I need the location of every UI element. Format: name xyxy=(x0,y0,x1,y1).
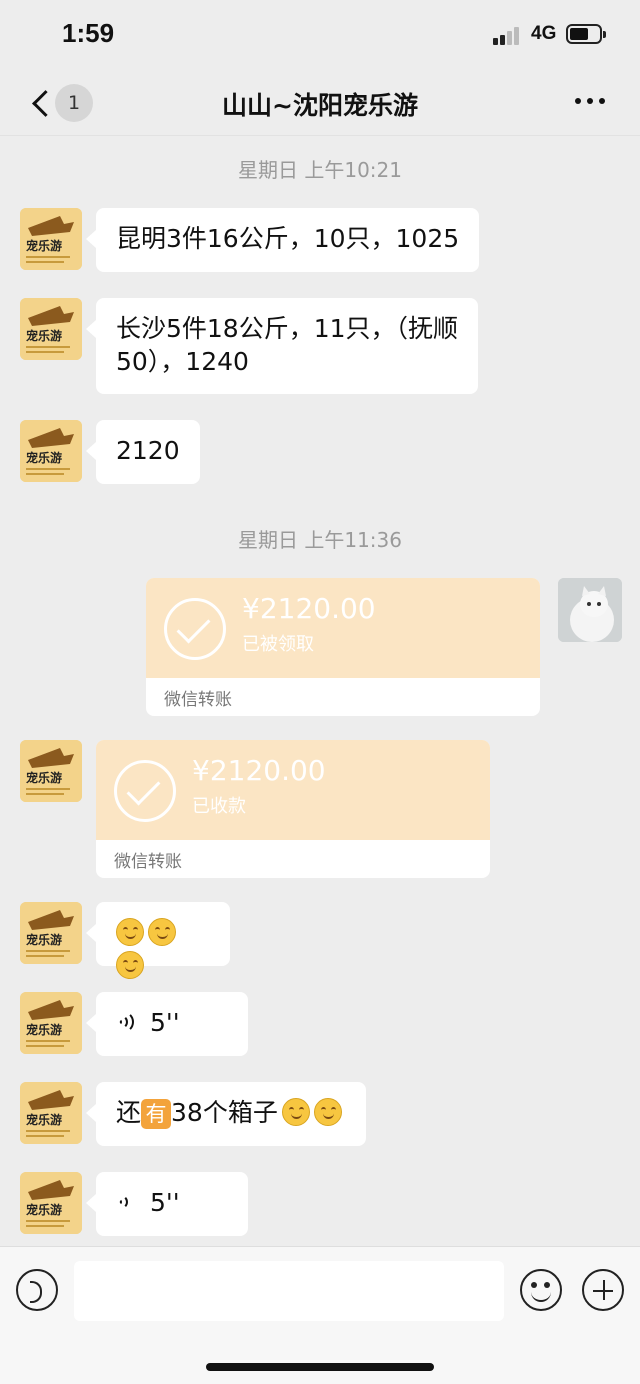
more-dots-icon[interactable] xyxy=(572,98,608,106)
svg-text:宠乐游: 宠乐游 xyxy=(26,932,62,947)
svg-text:宠乐游: 宠乐游 xyxy=(26,450,62,465)
voice-message[interactable]: 5'' xyxy=(86,1172,248,1236)
transfer-label: 微信转账 xyxy=(164,690,232,710)
avatar[interactable]: 宠乐游 xyxy=(20,1172,82,1234)
avatar[interactable]: 宠乐游 xyxy=(20,208,82,270)
smile-emoji-icon xyxy=(148,918,176,946)
transfer-status: 已收款 xyxy=(192,796,246,817)
svg-text:宠乐游: 宠乐游 xyxy=(26,238,62,253)
smile-emoji-icon xyxy=(116,951,144,979)
chat-title: 山山~沈阳宠乐游 xyxy=(222,91,418,120)
svg-text:宠乐游: 宠乐游 xyxy=(26,328,62,343)
status-bar: 1:59 4G xyxy=(0,0,640,70)
avatar[interactable]: 宠乐游 xyxy=(20,902,82,964)
message-bubble[interactable]: 还有 38个箱子 xyxy=(86,1082,366,1146)
svg-text:宠乐游: 宠乐游 xyxy=(26,1022,62,1037)
message-text: 2120 xyxy=(116,436,180,465)
message-bubble[interactable]: 2120 xyxy=(86,420,200,484)
smile-emoji-icon xyxy=(281,1098,310,1126)
message-text: 38个箱子 xyxy=(171,1098,278,1127)
timestamp: 星期日 上午11:36 xyxy=(238,528,402,552)
message-text: 还 xyxy=(116,1098,142,1127)
avatar[interactable]: 宠乐游 xyxy=(20,740,82,802)
message-bubble[interactable]: 昆明3件16公斤，10只，1025 xyxy=(85,208,480,272)
network-type: 4G xyxy=(531,23,557,44)
message-text: 昆明3件16公斤，10只，1025 xyxy=(116,224,460,253)
transfer-amount: ¥2120.00 xyxy=(192,754,326,787)
transfer-status: 已被领取 xyxy=(242,634,314,655)
you-emoji-icon: 有 xyxy=(141,1099,172,1129)
message-bubble[interactable] xyxy=(86,902,230,979)
transfer-card[interactable]: ¥2120.00 已被领取 微信转账 xyxy=(146,578,540,716)
avatar[interactable]: 宠乐游 xyxy=(20,992,82,1054)
svg-text:宠乐游: 宠乐游 xyxy=(26,770,62,785)
avatar[interactable]: 宠乐游 xyxy=(20,420,82,482)
voice-icon xyxy=(116,1190,140,1214)
message-input[interactable] xyxy=(74,1261,504,1321)
voice-duration: 5'' xyxy=(150,1008,180,1037)
smile-emoji-icon xyxy=(116,918,144,946)
voice-message[interactable]: 5'' xyxy=(86,992,248,1056)
avatar[interactable]: 宠乐游 xyxy=(20,298,82,360)
transfer-label: 微信转账 xyxy=(114,852,182,872)
status-time: 1:59 xyxy=(62,18,115,48)
voice-icon xyxy=(116,1010,140,1034)
voice-duration: 5'' xyxy=(150,1188,180,1217)
chat-header: 1 山山~沈阳宠乐游 xyxy=(0,70,640,136)
smile-emoji-icon xyxy=(313,1098,342,1126)
input-bar xyxy=(0,1246,640,1384)
check-icon xyxy=(114,760,176,822)
home-indicator xyxy=(206,1363,434,1371)
svg-text:宠乐游: 宠乐游 xyxy=(26,1112,62,1127)
transfer-card[interactable]: ¥2120.00 已收款 微信转账 xyxy=(96,740,490,878)
message-text: 长沙5件18公斤，11只，（抚顺 xyxy=(116,314,459,343)
check-icon xyxy=(164,598,226,660)
timestamp: 星期日 上午10:21 xyxy=(238,158,402,182)
battery-icon xyxy=(566,24,606,44)
emoji-icon[interactable] xyxy=(520,1269,562,1311)
message-text: 50），1240 xyxy=(116,347,249,376)
self-avatar[interactable] xyxy=(558,578,622,642)
message-bubble[interactable]: 长沙5件18公斤，11只，（抚顺 50），1240 xyxy=(85,298,479,394)
avatar[interactable]: 宠乐游 xyxy=(20,1082,82,1144)
svg-text:宠乐游: 宠乐游 xyxy=(26,1202,62,1217)
transfer-amount: ¥2120.00 xyxy=(242,592,376,625)
voice-input-icon[interactable] xyxy=(16,1269,58,1311)
signal-icon xyxy=(493,27,523,45)
plus-icon[interactable] xyxy=(582,1269,624,1311)
